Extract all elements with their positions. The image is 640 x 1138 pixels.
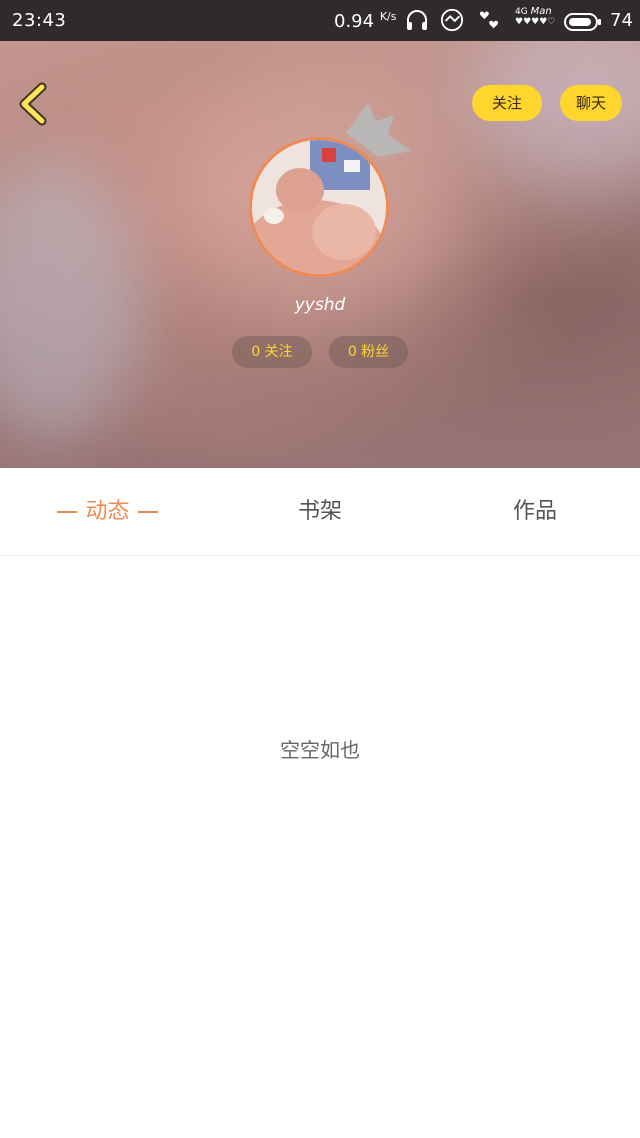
tab-bookshelf[interactable]: 书架 (270, 496, 370, 528)
empty-state-text: 空空如也 (280, 738, 360, 762)
battery-icon (564, 13, 601, 31)
network-speed-unit: K/s (379, 10, 397, 23)
fans-count[interactable]: 0 粉丝 (329, 336, 408, 368)
carrier-label: Man (530, 6, 552, 17)
network-speed: 0.94 K/s (334, 10, 396, 32)
profile-header: 关注 聊天 yyshd 0 关注 0 粉丝 (0, 41, 640, 468)
chat-button[interactable]: 聊天 (560, 85, 622, 121)
tab-bar: 动态 书架 作品 (0, 468, 640, 556)
network-speed-value: 0.94 (334, 11, 375, 32)
tab-works-label: 作品 (512, 499, 557, 524)
avatar[interactable] (249, 137, 389, 277)
tab-feed-label: 动态 (85, 499, 130, 524)
headphones-icon (407, 10, 427, 30)
active-indicator-left (57, 511, 78, 513)
tab-works[interactable]: 作品 (485, 496, 585, 528)
avatar-image (252, 140, 386, 274)
status-time: 23:43 (12, 10, 67, 31)
network-type: 4G (515, 7, 528, 17)
tab-bookshelf-label: 书架 (297, 499, 342, 524)
network-indicator: 4G Man ♥♥♥♥♡ (515, 6, 556, 28)
status-bar: 23:43 0.94 K/s 4G Man ♥♥♥♥♡ 74 (0, 0, 640, 41)
back-arrow-icon[interactable] (14, 81, 54, 127)
avatar-container (249, 137, 389, 277)
signal-icon (479, 11, 499, 29)
following-count[interactable]: 0 关注 (232, 336, 312, 368)
active-indicator-right (137, 511, 158, 513)
signal-hearts: ♥♥♥♥♡ (515, 17, 556, 27)
battery-level: 74 (610, 10, 633, 31)
tab-feed[interactable]: 动态 (40, 496, 175, 528)
username: yyshd (294, 295, 346, 315)
follow-button[interactable]: 关注 (472, 85, 542, 121)
weather-icon (440, 8, 464, 32)
